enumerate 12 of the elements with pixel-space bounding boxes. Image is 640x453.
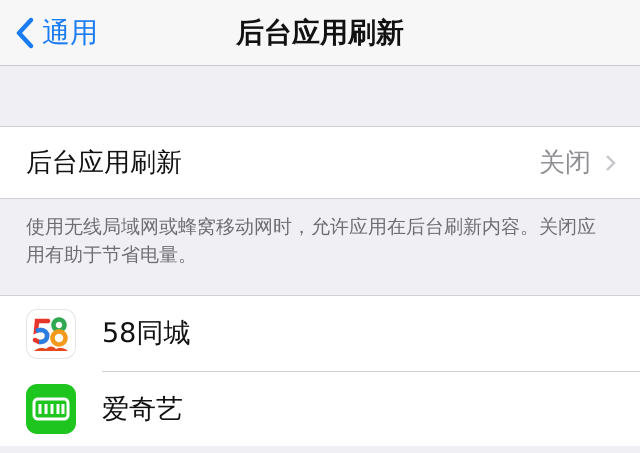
setting-value: 关闭 bbox=[539, 147, 591, 180]
app-name: 爱奇艺 bbox=[102, 392, 183, 426]
app-icon bbox=[26, 384, 76, 434]
back-button[interactable]: 通用 bbox=[0, 12, 104, 52]
screen-title: 后台应用刷新 bbox=[236, 16, 404, 48]
chevron-icon bbox=[605, 154, 616, 172]
footer-note: 使用无线局域网或蜂窝移动网时，允许应用在后台刷新内容。关闭应用有助于节省电量。 bbox=[26, 216, 596, 266]
back-chevron-icon bbox=[16, 16, 34, 48]
settings-row[interactable]: 后台应用刷新 关闭 bbox=[0, 126, 640, 199]
setting-label: 后台应用刷新 bbox=[26, 147, 183, 180]
app-name: 58同城 bbox=[102, 317, 190, 351]
app-icon bbox=[26, 308, 76, 358]
